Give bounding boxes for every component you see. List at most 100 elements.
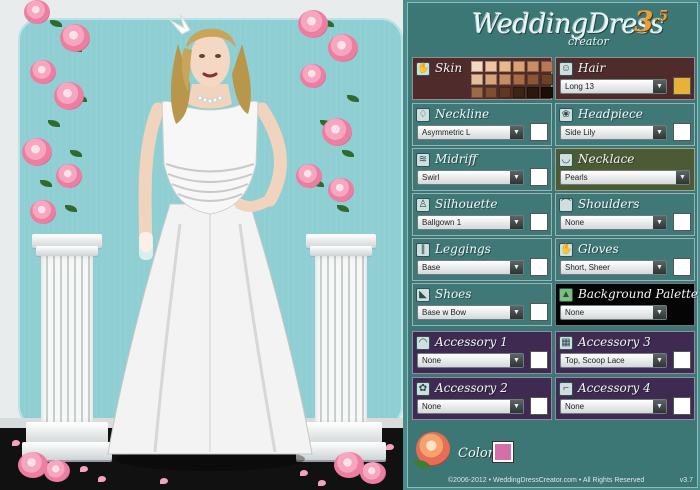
shoulders-color-swatch[interactable]: [673, 213, 691, 231]
silhouette-label: Silhouette: [435, 197, 498, 211]
color-picker-swatch[interactable]: [493, 442, 513, 462]
chevron-down-icon: ▼: [653, 400, 666, 413]
background-palette-select[interactable]: None ▼: [560, 305, 667, 320]
skin-tone-swatch[interactable]: [499, 74, 511, 85]
skin-tone-swatch[interactable]: [471, 87, 483, 98]
dress-preview-stage: [0, 0, 403, 490]
chevron-down-icon: ▼: [510, 171, 523, 184]
midriff-color-swatch[interactable]: [530, 168, 548, 186]
accessory3-option: ▦ Accessory 3 Top, Scoop Lace ▼: [555, 331, 695, 374]
neckline-select[interactable]: Asymmetric L ▼: [417, 125, 524, 140]
shoes-color-swatch[interactable]: [530, 303, 548, 321]
hair-label: Hair: [578, 61, 606, 75]
leggings-label: Leggings: [435, 242, 491, 256]
accessory4-label: Accessory 4: [578, 381, 651, 395]
shoulders-label: Shoulders: [578, 197, 640, 211]
logo-subtitle: creator: [568, 35, 609, 48]
color-label: Color: [458, 446, 494, 461]
background-palette-label: Background Palette: [578, 287, 698, 301]
floor-rose: [44, 460, 70, 482]
skin-tone-swatch[interactable]: [527, 74, 539, 85]
accessory2-color-swatch[interactable]: [530, 397, 548, 415]
left-rose-vine: [20, 0, 100, 240]
accessory4-select[interactable]: None ▼: [560, 399, 667, 414]
chevron-down-icon: ▼: [653, 80, 666, 93]
chevron-down-icon: ▼: [510, 216, 523, 229]
accessory3-label: Accessory 3: [578, 335, 651, 349]
necklace-select[interactable]: Pearls ▼: [560, 170, 690, 185]
headpiece-select[interactable]: Side Lily ▼: [560, 125, 667, 140]
silhouette-icon: ♙: [416, 198, 430, 212]
floor-rose: [18, 452, 48, 478]
midriff-option: ≋ Midriff Swirl ▼: [412, 148, 552, 191]
skin-tone-swatch[interactable]: [541, 87, 553, 98]
floor-rose: [360, 462, 386, 484]
accessory3-select[interactable]: Top, Scoop Lace ▼: [560, 353, 667, 368]
necklace-label: Necklace: [578, 152, 635, 166]
neckline-color-swatch[interactable]: [530, 123, 548, 141]
accessory1-color-swatch[interactable]: [530, 351, 548, 369]
leggings-icon: ∥: [416, 243, 430, 257]
silhouette-select[interactable]: Ballgown 1 ▼: [417, 215, 524, 230]
chevron-down-icon: ▼: [510, 306, 523, 319]
background-palette-icon: ▲: [559, 288, 573, 302]
skin-option: ✋ Skin: [412, 57, 553, 100]
skin-tone-swatch[interactable]: [471, 74, 483, 85]
shoulders-icon: ⌒: [559, 198, 573, 212]
shoes-select[interactable]: Base w Bow ▼: [417, 305, 524, 320]
chevron-down-icon: ▼: [653, 216, 666, 229]
midriff-select[interactable]: Swirl ▼: [417, 170, 524, 185]
skin-tone-swatch[interactable]: [527, 87, 539, 98]
gloves-select[interactable]: Short, Sheer ▼: [560, 260, 667, 275]
skin-tone-swatch[interactable]: [471, 61, 483, 72]
chevron-down-icon: ▼: [653, 126, 666, 139]
neckline-label: Neckline: [435, 107, 490, 121]
headpiece-color-swatch[interactable]: [673, 123, 691, 141]
app-logo: WeddingDress creator 3.5: [464, 5, 699, 55]
hair-select[interactable]: Long 13 ▼: [560, 79, 667, 94]
version-text: v3.7: [679, 477, 693, 484]
hair-color-swatch[interactable]: [673, 77, 691, 95]
midriff-icon: ≋: [416, 153, 430, 167]
background-palette-option: ▲ Background Palette None ▼: [555, 283, 698, 326]
skin-tone-swatch[interactable]: [485, 87, 497, 98]
headpiece-label: Headpiece: [578, 107, 643, 121]
neckline-icon: ♢: [416, 108, 430, 122]
skin-tone-swatch[interactable]: [541, 61, 553, 72]
leggings-select[interactable]: Base ▼: [417, 260, 524, 275]
necklace-icon: ◡: [559, 153, 573, 167]
customization-panel: WeddingDress creator 3.5 ✋ Skin ☺ Hair L…: [403, 0, 700, 490]
skin-tone-swatch[interactable]: [485, 61, 497, 72]
accessory2-option: ✿ Accessory 2 None ▼: [412, 377, 552, 420]
silhouette-option: ♙ Silhouette Ballgown 1 ▼: [412, 193, 552, 236]
bride-model: [107, 14, 313, 471]
skin-tone-swatch[interactable]: [527, 61, 539, 72]
color-picker-row: Color: [408, 426, 697, 474]
skin-tone-swatch[interactable]: [513, 74, 525, 85]
left-pillar: [22, 234, 112, 464]
chevron-down-icon: ▼: [653, 261, 666, 274]
accessory4-icon: ⌐: [559, 382, 573, 396]
accessory2-select[interactable]: None ▼: [417, 399, 524, 414]
shoes-option: ◣ Shoes Base w Bow ▼: [412, 283, 552, 326]
neckline-option: ♢ Neckline Asymmetric L ▼: [412, 103, 552, 146]
skin-icon: ✋: [416, 62, 430, 76]
skin-tone-swatch[interactable]: [541, 74, 553, 85]
skin-tone-swatch[interactable]: [513, 87, 525, 98]
accessory1-select[interactable]: None ▼: [417, 353, 524, 368]
gloves-color-swatch[interactable]: [673, 258, 691, 276]
skin-palette: [471, 61, 553, 98]
skin-tone-swatch[interactable]: [499, 61, 511, 72]
accessory3-color-swatch[interactable]: [673, 351, 691, 369]
leggings-color-swatch[interactable]: [530, 258, 548, 276]
chevron-down-icon: ▼: [676, 171, 689, 184]
silhouette-color-swatch[interactable]: [530, 213, 548, 231]
accessory4-color-swatch[interactable]: [673, 397, 691, 415]
accessory1-icon: ◠: [416, 336, 430, 350]
gloves-option: ✋ Gloves Short, Sheer ▼: [555, 238, 695, 281]
shoulders-select[interactable]: None ▼: [560, 215, 667, 230]
gloves-label: Gloves: [578, 242, 619, 256]
skin-tone-swatch[interactable]: [513, 61, 525, 72]
skin-tone-swatch[interactable]: [485, 74, 497, 85]
skin-tone-swatch[interactable]: [499, 87, 511, 98]
